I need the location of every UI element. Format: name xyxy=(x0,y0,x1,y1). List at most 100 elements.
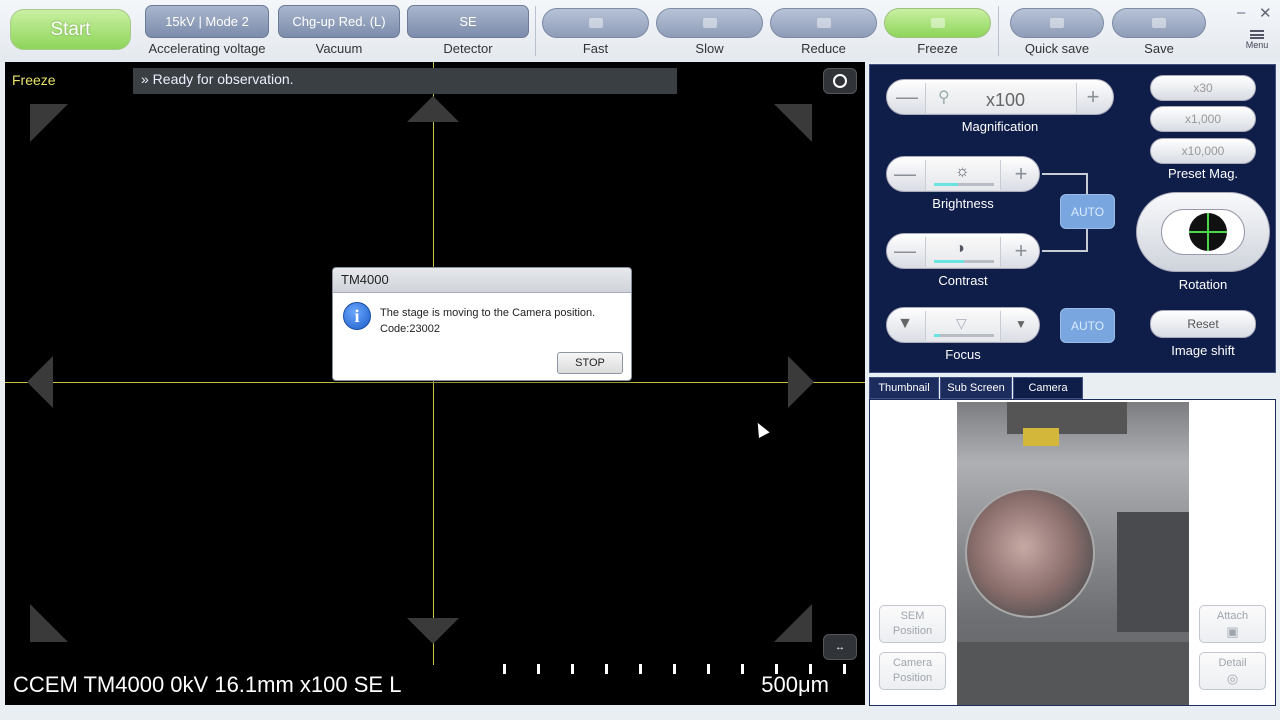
mag-minus-button[interactable]: — xyxy=(893,84,921,110)
contrast-plus-button[interactable]: + xyxy=(1007,238,1035,264)
scale-tick xyxy=(571,664,574,674)
preset-mag-label: Preset Mag. xyxy=(1167,166,1239,181)
tab-sub-screen[interactable]: Sub Screen xyxy=(940,377,1012,399)
sem-position-label: SEM Position xyxy=(892,610,933,637)
freeze-icon xyxy=(930,18,945,28)
fast-label: Fast xyxy=(582,41,609,56)
nav-right-arrow[interactable] xyxy=(788,356,814,408)
top-toolbar: Start 15kV | Mode 2 Accelerating voltage… xyxy=(0,0,1280,62)
focus-level xyxy=(934,334,940,337)
focus-label: Focus xyxy=(945,347,981,362)
observation-mode-button[interactable] xyxy=(823,68,857,94)
stage-moving-dialog: TM4000 i The stage is moving to the Came… xyxy=(332,267,632,381)
freeze-button[interactable] xyxy=(884,8,991,38)
attach-button[interactable]: Attach ▣ xyxy=(1199,605,1266,643)
freeze-indicator: Freeze xyxy=(12,72,56,88)
focus-down-button[interactable]: ▼ xyxy=(891,315,919,333)
contrast-control[interactable]: — ◑ + xyxy=(886,233,1040,269)
scale-label: 500μm xyxy=(761,672,829,697)
magnification-label: Magnification xyxy=(961,119,1039,134)
focus-control[interactable]: ▼ ▽ ▼ xyxy=(886,307,1040,343)
contrast-icon: ◑ xyxy=(955,240,965,257)
save-button[interactable] xyxy=(1112,8,1206,38)
globe-icon xyxy=(833,74,847,88)
crosshair-horizontal xyxy=(5,382,865,383)
focus-display: ▽ xyxy=(925,311,1001,341)
nav-up-arrow[interactable] xyxy=(407,96,459,122)
lightbulb-icon: ◎ xyxy=(1226,671,1239,686)
preset-x1000-button[interactable]: x1,000 xyxy=(1150,106,1256,132)
camera-image xyxy=(957,402,1189,705)
rotation-control[interactable] xyxy=(1136,192,1270,272)
brightness-control[interactable]: — ☼ + xyxy=(886,156,1040,192)
camera-position-label: Camera Position xyxy=(892,657,933,684)
camera-image-region xyxy=(957,642,1189,705)
start-button[interactable]: Start xyxy=(10,9,131,50)
dialog-message-line1: The stage is moving to the Camera positi… xyxy=(380,307,596,319)
focus-track xyxy=(934,334,994,337)
image-shift-reset-button[interactable]: Reset xyxy=(1150,310,1256,338)
camera-position-button[interactable]: Camera Position xyxy=(879,652,946,690)
mag-plus-button[interactable]: + xyxy=(1079,84,1107,110)
rotation-dial-icon[interactable] xyxy=(1189,213,1227,251)
fast-forward-icon xyxy=(588,18,603,28)
camera-view-panel: SEM Position Camera Position Attach ▣ De… xyxy=(869,399,1276,706)
close-button[interactable]: ✕ xyxy=(1259,4,1272,22)
sem-position-button[interactable]: SEM Position xyxy=(879,605,946,643)
nav-up-left-arrow[interactable] xyxy=(30,104,68,142)
hamburger-icon xyxy=(1250,30,1264,39)
scale-tick xyxy=(537,664,540,674)
detector-button[interactable]: SE xyxy=(407,5,529,38)
nav-down-left-arrow[interactable] xyxy=(30,604,68,642)
brightness-plus-button[interactable]: + xyxy=(1007,161,1035,187)
quick-save-button[interactable] xyxy=(1010,8,1104,38)
camera-icon xyxy=(1050,18,1064,28)
toolbar-separator xyxy=(998,6,999,56)
magnification-control[interactable]: — ⚲ x100 + xyxy=(886,79,1114,115)
focus-up-button[interactable]: ▼ xyxy=(1007,317,1035,331)
brightness-display: ☼ xyxy=(925,160,1001,190)
nav-left-arrow[interactable] xyxy=(27,356,53,408)
sem-viewer[interactable]: Freeze » Ready for observation. ↔ CCEM T… xyxy=(5,62,865,705)
auto-focus-button[interactable]: AUTO xyxy=(1060,308,1115,343)
tab-camera[interactable]: Camera xyxy=(1013,377,1083,399)
magnification-display: ⚲ x100 xyxy=(925,83,1077,113)
dialog-message-line2: Code:23002 xyxy=(380,323,440,335)
magnifier-icon: ⚲ xyxy=(938,89,950,106)
nav-down-arrow[interactable] xyxy=(407,618,459,644)
minimize-button[interactable]: – xyxy=(1237,4,1245,21)
nav-down-right-arrow[interactable] xyxy=(774,604,812,642)
fast-button[interactable] xyxy=(542,8,649,38)
scale-tick xyxy=(503,664,506,674)
preset-x10000-button[interactable]: x10,000 xyxy=(1150,138,1256,164)
brightness-label: Brightness xyxy=(932,196,994,211)
reduce-label: Reduce xyxy=(801,41,846,56)
brightness-minus-button[interactable]: — xyxy=(891,161,919,187)
vacuum-button[interactable]: Chg-up Red. (L) xyxy=(278,5,400,38)
save-label: Save xyxy=(1144,41,1174,56)
auto-brightness-contrast-button[interactable]: AUTO xyxy=(1060,194,1115,229)
tab-thumbnail[interactable]: Thumbnail xyxy=(869,377,939,399)
stop-button[interactable]: STOP xyxy=(557,352,623,374)
attach-icon: ▣ xyxy=(1226,624,1239,639)
detail-button[interactable]: Detail ◎ xyxy=(1199,652,1266,690)
preset-x30-button[interactable]: x30 xyxy=(1150,75,1256,101)
status-message: » Ready for observation. xyxy=(133,68,677,94)
reduce-button[interactable] xyxy=(770,8,877,38)
slow-label: Slow xyxy=(695,41,724,56)
focus-icon: ▽ xyxy=(956,315,967,331)
rotation-dial-frame xyxy=(1161,209,1245,255)
nav-up-right-arrow[interactable] xyxy=(774,104,812,142)
magnification-value: x100 xyxy=(986,90,1026,110)
sun-icon: ☼ xyxy=(955,163,970,180)
contrast-level xyxy=(934,260,964,263)
voltage-button[interactable]: 15kV | Mode 2 xyxy=(145,5,269,38)
slow-button[interactable] xyxy=(656,8,763,38)
menu-button[interactable]: Menu xyxy=(1242,30,1272,50)
scale-tick xyxy=(605,664,608,674)
dialog-message: The stage is moving to the Camera positi… xyxy=(380,305,595,337)
scale-toggle-button[interactable]: ↔ xyxy=(823,634,857,660)
image-caption: CCEM TM4000 0kV 16.1mm x100 SE L xyxy=(13,672,402,697)
contrast-minus-button[interactable]: — xyxy=(891,238,919,264)
rotation-label: Rotation xyxy=(1178,277,1228,292)
